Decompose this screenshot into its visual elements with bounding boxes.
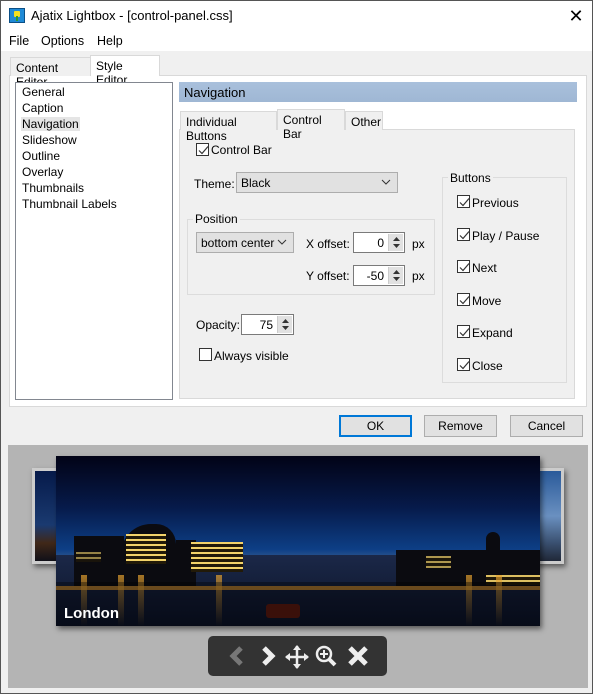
position-select[interactable]: bottom center <box>196 232 294 253</box>
close-window-button[interactable]: ✕ <box>563 3 589 29</box>
y-offset-input[interactable]: -50 <box>353 265 405 286</box>
button-play-pause-label: Play / Pause <box>472 228 540 243</box>
zoom-in-icon[interactable] <box>315 645 337 667</box>
theme-select[interactable]: Black <box>236 172 398 193</box>
theme-value: Black <box>241 176 271 190</box>
remove-button[interactable]: Remove <box>424 415 497 437</box>
control-bar-checkbox[interactable] <box>196 143 209 156</box>
button-move-label: Move <box>472 293 502 308</box>
section-header: Navigation <box>179 82 577 102</box>
sidebar-item-thumbnails[interactable]: Thumbnails <box>21 181 85 195</box>
button-close-checkbox[interactable] <box>457 358 470 371</box>
always-visible-label: Always visible <box>214 349 289 363</box>
menu-options[interactable]: Options <box>41 34 84 48</box>
sidebar-item-general[interactable]: General <box>21 85 66 99</box>
button-next-checkbox[interactable] <box>457 260 470 274</box>
position-value: bottom center <box>201 236 275 250</box>
sidebar-item-thumbnail-labels[interactable]: Thumbnail Labels <box>21 197 118 211</box>
tab-control-bar[interactable]: Control Bar <box>277 109 345 141</box>
x-offset-unit: px <box>412 237 425 251</box>
theme-label: Theme: <box>194 177 235 191</box>
x-offset-label: X offset: <box>306 237 350 251</box>
opacity-value: 75 <box>259 318 273 332</box>
opacity-label: Opacity: <box>196 318 241 332</box>
sidebar-item-outline[interactable]: Outline <box>21 149 61 163</box>
button-expand-checkbox[interactable] <box>457 325 470 339</box>
move-icon[interactable] <box>285 645 309 669</box>
button-next-label: Next <box>472 261 497 276</box>
window-title: Ajatix Lightbox - [control-panel.css] <box>31 8 233 23</box>
next-icon[interactable] <box>257 645 279 667</box>
caption-bar <box>56 581 540 626</box>
image-caption: London <box>64 605 119 622</box>
sidebar-item-slideshow[interactable]: Slideshow <box>21 133 78 147</box>
tab-other[interactable]: Other <box>345 111 383 130</box>
y-offset-value: -50 <box>366 269 384 283</box>
x-offset-input[interactable]: 0 <box>353 232 405 253</box>
sidebar-item-navigation[interactable]: Navigation <box>21 117 80 131</box>
y-offset-label: Y offset: <box>306 269 350 283</box>
chevron-down-icon <box>381 179 391 185</box>
opacity-input[interactable]: 75 <box>241 314 294 335</box>
app-icon <box>9 8 25 23</box>
tab-content-editor[interactable]: Content Editor <box>10 57 91 89</box>
button-play-pause-checkbox[interactable] <box>457 227 470 241</box>
sidebar-item-caption[interactable]: Caption <box>21 101 64 115</box>
menu-bar <box>1 31 592 51</box>
sidebar-list[interactable]: General Caption Navigation Slideshow Out… <box>15 82 173 400</box>
x-offset-value: 0 <box>377 236 384 250</box>
cancel-button[interactable]: Cancel <box>510 415 583 437</box>
preview-image: London <box>56 456 540 626</box>
button-previous-checkbox[interactable] <box>457 195 470 208</box>
chevron-down-icon <box>277 239 287 245</box>
button-close-label: Close <box>472 359 503 373</box>
button-move-checkbox[interactable] <box>457 292 470 306</box>
close-icon[interactable] <box>347 645 369 667</box>
always-visible-checkbox[interactable] <box>199 348 212 361</box>
y-offset-unit: px <box>412 269 425 283</box>
tab-individual-buttons[interactable]: Individual Buttons <box>180 111 277 143</box>
control-bar-label: Control Bar <box>211 143 272 157</box>
spinner-arrows-icon[interactable] <box>277 316 292 333</box>
position-group-label: Position <box>193 212 240 226</box>
lightbox-control-bar <box>208 636 387 676</box>
button-previous-label: Previous <box>472 196 519 210</box>
ok-button[interactable]: OK <box>339 415 412 437</box>
button-expand-label: Expand <box>472 326 513 341</box>
spinner-arrows-icon[interactable] <box>388 234 403 251</box>
sidebar-item-overlay[interactable]: Overlay <box>21 165 64 179</box>
tab-style-editor[interactable]: Style Editor <box>90 55 160 87</box>
previous-icon[interactable] <box>226 645 248 667</box>
menu-file[interactable]: File <box>9 34 29 48</box>
spinner-arrows-icon[interactable] <box>388 267 403 284</box>
buttons-group-label: Buttons <box>448 171 493 185</box>
menu-help[interactable]: Help <box>97 34 123 48</box>
